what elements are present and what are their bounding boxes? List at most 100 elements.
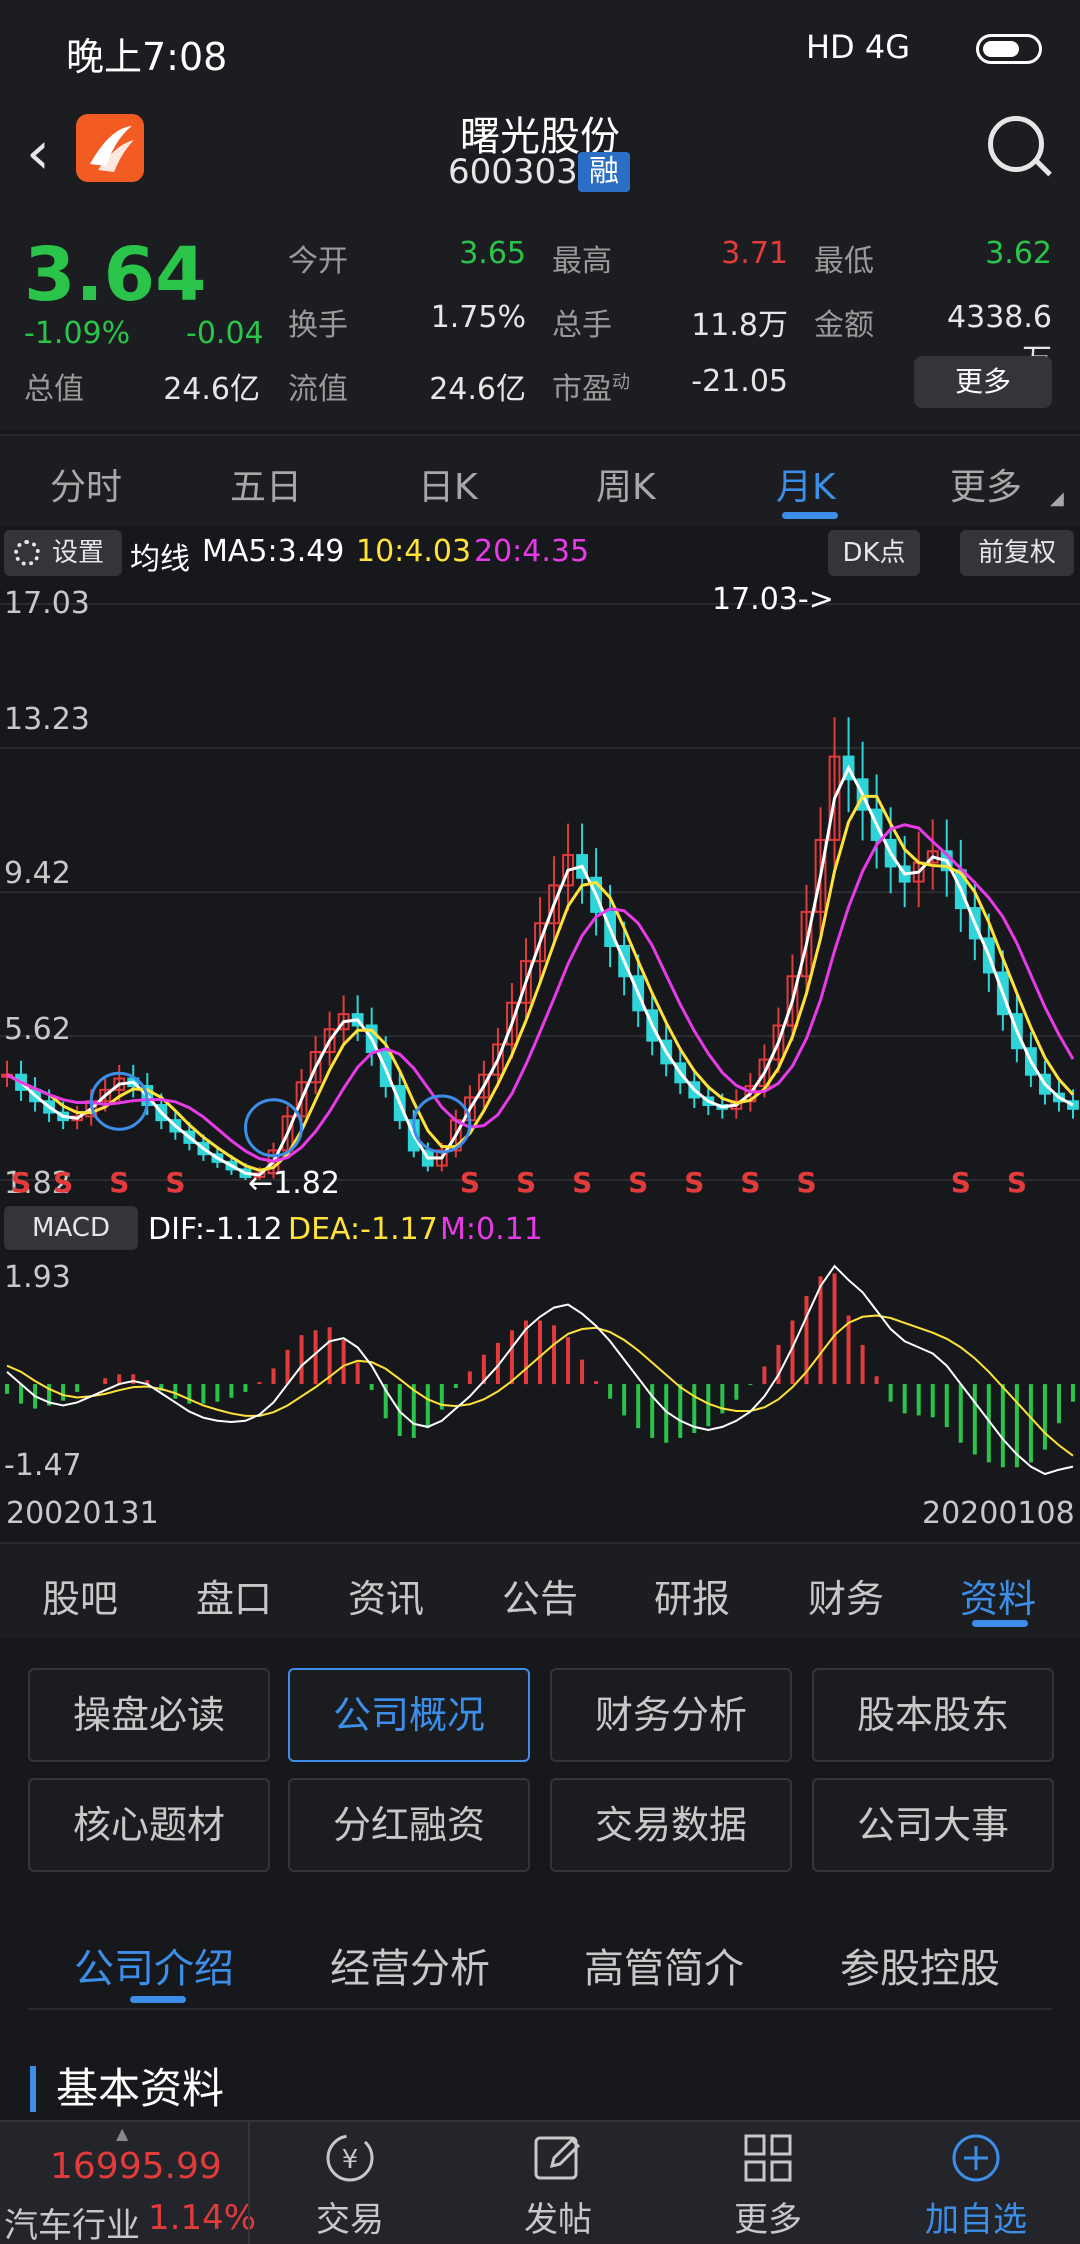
tab-five-day[interactable]: 五日 — [230, 458, 302, 510]
expand-up-icon[interactable]: ▲ — [116, 2124, 128, 2143]
sell-signal: S — [684, 1166, 705, 1199]
core-themes-button[interactable]: 核心题材 — [28, 1778, 270, 1872]
volume-value: 11.8万 — [691, 308, 788, 343]
tab-business-analysis[interactable]: 经营分析 — [330, 1936, 490, 1994]
tab-daily-k[interactable]: 日K — [418, 458, 478, 510]
post-button[interactable]: 发帖 — [488, 2192, 628, 2241]
more-button[interactable]: 更多 — [698, 2192, 838, 2241]
float-value-label: 流值 — [288, 372, 348, 407]
y-tick-label: 9.42 — [4, 856, 71, 891]
y-tick-label: 17.03 — [4, 586, 90, 621]
total-value-label: 总值 — [24, 372, 84, 407]
margin-badge: 融 — [578, 152, 630, 192]
tab-news[interactable]: 资讯 — [348, 1568, 424, 1623]
gear-icon — [14, 540, 40, 566]
ma5-value: MA5:3.49 — [202, 534, 345, 569]
dropdown-triangle-icon: ◢ — [1050, 488, 1064, 509]
company-events-button[interactable]: 公司大事 — [812, 1778, 1054, 1872]
macd-bottom-label: -1.47 — [4, 1448, 82, 1483]
open-value: 3.65 — [459, 236, 526, 271]
sell-signal: S — [1006, 1166, 1028, 1199]
add-watchlist-button[interactable]: 加自选 — [906, 2192, 1046, 2241]
low-value: 3.62 — [985, 236, 1052, 271]
start-date: 20020131 — [6, 1496, 159, 1531]
stock-header: ‹ 曙光股份 600303 融 — [0, 96, 1080, 206]
stock-code: 600303 — [448, 152, 578, 192]
macd-chart[interactable]: 1.93 -1.47 — [0, 1256, 1080, 1486]
ma20-value: 20:4.35 — [474, 534, 590, 569]
pe-value: -21.05 — [691, 364, 788, 399]
trading-data-button[interactable]: 交易数据 — [550, 1778, 792, 1872]
grid-icon[interactable] — [740, 2130, 796, 2186]
status-time: 晚上7:08 — [66, 35, 228, 79]
tab-holdings[interactable]: 参股控股 — [840, 1936, 1000, 1994]
macd-top-label: 1.93 — [4, 1260, 71, 1295]
more-quote-button[interactable]: 更多 — [914, 356, 1052, 408]
active-tab-indicator — [782, 512, 838, 519]
bottom-bar: ▲ 16995.99 汽车行业 1.14% ¥ 交易 发帖 更多 加自选 — [0, 2120, 1080, 2244]
tab-forum[interactable]: 股吧 — [42, 1568, 118, 1623]
tab-profile[interactable]: 资料 — [960, 1568, 1036, 1623]
tab-order-book[interactable]: 盘口 — [196, 1568, 272, 1623]
dif-value: DIF:-1.12 — [148, 1212, 283, 1247]
network-indicator: HD 4G — [805, 28, 910, 66]
kline-chart[interactable]: 17.03 13.23 9.42 5.62 1.82 17.03-> ←1.82… — [0, 580, 1080, 1201]
shareholders-button[interactable]: 股本股东 — [812, 1668, 1054, 1762]
info-tabs: 股吧 盘口 资讯 公告 研报 财务 资料 — [0, 1542, 1080, 1638]
y-tick-label: 13.23 — [4, 702, 90, 737]
ma-label: 均线 — [130, 542, 190, 577]
tab-intraday[interactable]: 分时 — [50, 458, 122, 510]
ma10-value: 10:4.03 — [356, 534, 472, 569]
tab-finance[interactable]: 财务 — [808, 1568, 884, 1623]
financial-analysis-button[interactable]: 财务分析 — [550, 1668, 792, 1762]
sell-signal: S — [165, 1166, 186, 1199]
min-price-annotation: ←1.82 — [248, 1166, 340, 1201]
must-read-button[interactable]: 操盘必读 — [28, 1668, 270, 1762]
sell-signal: S — [796, 1166, 817, 1199]
status-bar: 晚上7:08 HD 4G — [0, 0, 1080, 96]
float-value: 24.6亿 — [429, 372, 526, 407]
price-change-pct: -1.09% — [24, 316, 131, 351]
tab-research[interactable]: 研报 — [654, 1568, 730, 1623]
low-label: 最低 — [814, 244, 874, 279]
macd-svg — [5, 1264, 1075, 1476]
company-overview-button[interactable]: 公司概况 — [288, 1668, 530, 1762]
trade-button[interactable]: 交易 — [280, 2192, 420, 2241]
section-title: 基本资料 — [30, 2066, 224, 2112]
end-date: 20200108 — [922, 1496, 1075, 1531]
post-icon[interactable] — [530, 2130, 586, 2186]
tab-more-periods[interactable]: 更多 — [950, 458, 1022, 510]
dividend-financing-button[interactable]: 分红融资 — [288, 1778, 530, 1872]
tab-weekly-k[interactable]: 周K — [596, 458, 656, 510]
add-watchlist-icon[interactable] — [948, 2130, 1004, 2186]
dk-point-button[interactable]: DK点 — [828, 530, 920, 576]
macd-m-value: M:0.11 — [440, 1212, 543, 1247]
index-value[interactable]: 16995.99 — [50, 2146, 222, 2187]
index-name[interactable]: 汽车行业 — [4, 2198, 140, 2244]
settings-button[interactable]: 设置 — [4, 530, 122, 576]
forward-adjust-button[interactable]: 前复权 — [960, 530, 1074, 576]
quote-panel: 3.64 -1.09% -0.04 今开 3.65 最高 3.71 最低 3.6… — [0, 206, 1080, 430]
index-pct[interactable]: 1.14% — [148, 2198, 256, 2238]
svg-text:¥: ¥ — [342, 2145, 359, 2175]
tab-monthly-k[interactable]: 月K — [776, 458, 836, 510]
app-root: 晚上7:08 HD 4G ‹ 曙光股份 600303 融 3.64 -1.09%… — [0, 0, 1080, 2244]
high-value: 3.71 — [721, 236, 788, 271]
pe-dynamic-mark: 动 — [612, 372, 630, 393]
pe-label: 市盈动 — [552, 372, 630, 407]
tab-company-intro[interactable]: 公司介绍 — [74, 1936, 234, 1994]
macd-button[interactable]: MACD — [4, 1206, 138, 1250]
turnover-label: 换手 — [288, 308, 348, 343]
battery-icon — [976, 34, 1042, 64]
trade-icon[interactable]: ¥ — [322, 2130, 378, 2186]
settings-label: 设置 — [52, 538, 105, 568]
tab-executives[interactable]: 高管简介 — [584, 1936, 744, 1994]
date-range: 20020131 20200108 — [0, 1488, 1080, 1542]
amount-label: 金额 — [814, 308, 874, 343]
volume-label: 总手 — [552, 308, 612, 343]
sell-signal: S — [11, 1166, 32, 1199]
tab-announcements[interactable]: 公告 — [502, 1568, 578, 1623]
sell-signal: S — [628, 1166, 649, 1199]
search-icon[interactable] — [988, 116, 1044, 172]
ma-bar: 设置 均线 MA5:3.49 10:4.03 20:4.35 DK点 前复权 — [0, 526, 1080, 580]
